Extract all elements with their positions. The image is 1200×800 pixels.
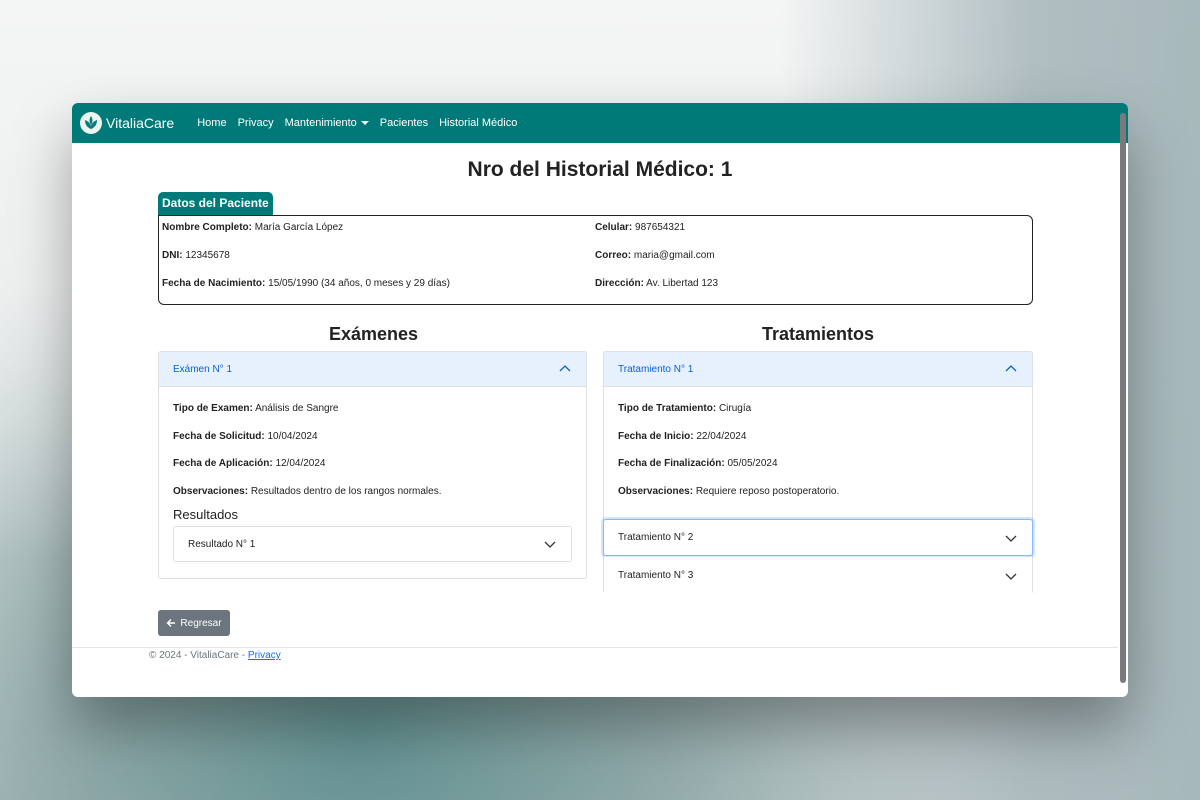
tratamiento-tipo-row: Tipo de Tratamiento: Cirugía	[618, 395, 1018, 423]
nacimiento-value: 15/05/1990 (34 años, 0 meses y 29 días)	[268, 278, 450, 289]
examen-tipo-row: Tipo de Examen: Análisis de Sangre	[173, 395, 572, 423]
arrow-left-icon	[166, 619, 176, 627]
correo-label: Correo:	[595, 250, 632, 261]
examen-tipo-value: Análisis de Sangre	[255, 403, 339, 414]
examen-observaciones-value: Resultados dentro de los rangos normales…	[250, 485, 442, 497]
nav-historial-medico[interactable]: Historial Médico	[439, 117, 517, 129]
caret-down-icon	[360, 121, 369, 126]
tratamiento1-header-label: Tratamiento N° 1	[618, 363, 694, 375]
patient-correo: Correo: maria@gmail.com	[595, 250, 715, 261]
examen-solicitud-label: Fecha de Solicitud:	[173, 430, 265, 442]
tratamiento-tipo-label: Tipo de Tratamiento:	[618, 403, 717, 414]
tratamiento3-accordion-header[interactable]: Tratamiento N° 3	[604, 557, 1032, 594]
direccion-label: Dirección:	[595, 278, 644, 289]
nav-home[interactable]: Home	[197, 117, 226, 129]
examen-aplicacion-label: Fecha de Aplicación:	[173, 458, 273, 469]
tratamiento-inicio-row: Fecha de Inicio: 22/04/2024	[618, 423, 1018, 451]
browser-window: VitaliaCare Home Privacy Mantenimiento P…	[72, 103, 1128, 697]
patient-tab: Datos del Paciente	[158, 192, 273, 215]
examen-accordion-header[interactable]: Exámen N° 1	[159, 352, 586, 387]
nav-privacy[interactable]: Privacy	[238, 117, 274, 129]
tratamiento-finalizacion-label: Fecha de Finalización:	[618, 458, 725, 469]
chevron-down-icon	[544, 541, 556, 548]
chevron-up-icon	[559, 365, 571, 372]
tratamientos-title: Tratamientos	[762, 324, 875, 344]
footer-privacy-link[interactable]: Privacy	[248, 650, 281, 661]
tratamiento2-label: Tratamiento N° 2	[618, 532, 694, 543]
tratamiento-inicio-label: Fecha de Inicio:	[618, 430, 694, 442]
examen-solicitud-row: Fecha de Solicitud: 10/04/2024	[173, 423, 572, 451]
nombre-label: Nombre Completo:	[162, 222, 252, 233]
brand-name: VitaliaCare	[106, 115, 175, 131]
nacimiento-label: Fecha de Nacimiento:	[162, 278, 266, 289]
direccion-value: Av. Libertad 123	[646, 278, 719, 289]
examen-observaciones-label: Observaciones:	[173, 485, 249, 497]
patient-dni: DNI: 12345678	[162, 250, 230, 261]
tratamiento2-accordion-header[interactable]: Tratamiento N° 2	[603, 519, 1033, 556]
examenes-title: Exámenes	[329, 324, 419, 344]
tratamiento-tipo-value: Cirugía	[718, 403, 752, 414]
tratamiento3-label: Tratamiento N° 3	[618, 570, 694, 581]
dni-label: DNI:	[162, 250, 183, 261]
nombre-value: María García López	[254, 222, 344, 233]
patient-celular: Celular: 987654321	[595, 222, 685, 233]
back-button[interactable]: Regresar	[158, 610, 230, 636]
dni-value: 12345678	[185, 250, 230, 261]
patient-nacimiento: Fecha de Nacimiento: 15/05/1990 (34 años…	[162, 278, 450, 289]
brand[interactable]: VitaliaCare	[80, 112, 174, 134]
tratamiento-accordion: Tratamiento N° 1 Tipo de Tratamiento: Ci…	[603, 351, 1033, 594]
examen-accordion-item: Exámen N° 1 Tipo de Examen: Análisis de …	[158, 351, 587, 579]
tratamiento-observaciones-label: Observaciones:	[618, 485, 694, 497]
celular-value: 987654321	[635, 222, 686, 233]
tratamiento-observaciones-row: Observaciones: Requiere reposo postopera…	[618, 478, 1018, 506]
resultado-accordion-item[interactable]: Resultado N° 1	[173, 526, 572, 562]
examen-header-label: Exámen N° 1	[173, 363, 233, 375]
nav-pacientes[interactable]: Pacientes	[380, 117, 428, 129]
footer: © 2024 - VitaliaCare - Privacy	[149, 650, 281, 661]
chevron-down-icon	[1005, 535, 1017, 542]
chevron-up-icon	[1005, 365, 1017, 372]
examen-solicitud-value: 10/04/2024	[267, 430, 318, 442]
examen-aplicacion-row: Fecha de Aplicación: 12/04/2024	[173, 450, 572, 478]
footer-divider	[72, 647, 1118, 648]
tratamiento-finalizacion-row: Fecha de Finalización: 05/05/2024	[618, 450, 1018, 478]
navbar: VitaliaCare Home Privacy Mantenimiento P…	[72, 103, 1128, 143]
leaf-logo-icon	[80, 112, 102, 134]
tratamiento-finalizacion-value: 05/05/2024	[727, 458, 778, 469]
scrollbar[interactable]	[1120, 113, 1126, 683]
nav-mantenimiento-label: Mantenimiento	[284, 117, 357, 129]
resultados-title: Resultados	[173, 507, 239, 522]
footer-text: © 2024 - VitaliaCare -	[149, 650, 248, 661]
examen-tipo-label: Tipo de Examen:	[173, 403, 253, 414]
tratamiento1-accordion-header[interactable]: Tratamiento N° 1	[604, 352, 1032, 387]
celular-label: Celular:	[595, 222, 633, 233]
tratamiento-inicio-value: 22/04/2024	[696, 430, 747, 442]
patient-nombre: Nombre Completo: María García López	[162, 222, 343, 233]
examen-aplicacion-value: 12/04/2024	[275, 458, 326, 469]
page-title: Nro del Historial Médico: 1	[467, 158, 733, 181]
chevron-down-icon	[1005, 573, 1017, 580]
resultado-label: Resultado N° 1	[188, 538, 256, 550]
examen-observaciones-row: Observaciones: Resultados dentro de los …	[173, 478, 572, 506]
examen-accordion-body: Tipo de Examen: Análisis de Sangre Fecha…	[159, 387, 586, 562]
patient-direccion: Dirección: Av. Libertad 123	[595, 278, 718, 289]
patient-details-box: Nombre Completo: María García López DNI:…	[158, 215, 1033, 305]
back-button-label: Regresar	[180, 617, 222, 629]
correo-value: maria@gmail.com	[633, 250, 715, 261]
tratamiento-observaciones-value: Requiere reposo postoperatorio.	[695, 485, 840, 497]
nav-mantenimiento-dropdown[interactable]: Mantenimiento	[285, 117, 369, 129]
tratamiento1-accordion-body: Tipo de Tratamiento: Cirugía Fecha de In…	[604, 387, 1032, 505]
